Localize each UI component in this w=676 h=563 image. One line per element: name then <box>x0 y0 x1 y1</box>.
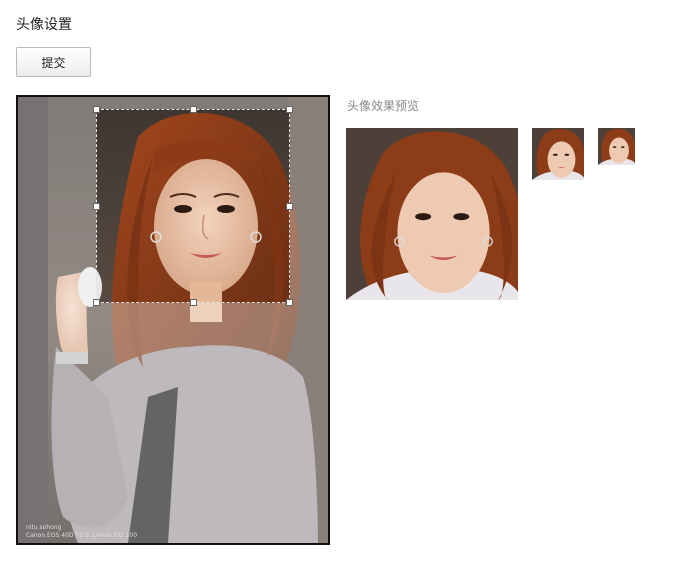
submit-button[interactable]: 提交 <box>16 47 91 77</box>
crop-handle-top-left[interactable] <box>93 106 100 113</box>
crop-mask-right <box>290 109 328 303</box>
preview-title: 头像效果预览 <box>347 99 420 113</box>
avatar-crop-editor[interactable]: nitu sohong Canon EOS 40D f/2.8 1/400s I… <box>16 95 330 545</box>
photo-watermark: nitu sohong Canon EOS 40D f/2.8 1/400s I… <box>26 524 137 540</box>
crop-mask-left <box>18 109 96 303</box>
avatar-preview-large <box>346 128 518 300</box>
crop-handle-bottom-left[interactable] <box>93 299 100 306</box>
crop-handle-bottom[interactable] <box>190 299 197 306</box>
crop-handle-right[interactable] <box>286 203 293 210</box>
crop-handle-top-right[interactable] <box>286 106 293 113</box>
crop-mask-top <box>18 97 328 109</box>
watermark-line-2: Canon EOS 40D f/2.8 1/400s ISO 100 <box>26 532 138 539</box>
crop-handle-left[interactable] <box>93 203 100 210</box>
avatar-preview-small <box>598 128 635 165</box>
crop-handle-top[interactable] <box>190 106 197 113</box>
page-title: 头像设置 <box>16 17 72 33</box>
crop-selection-box[interactable] <box>93 106 293 306</box>
crop-mask-bottom <box>18 303 328 543</box>
watermark-line-1: nitu sohong <box>26 524 62 531</box>
crop-handle-bottom-right[interactable] <box>286 299 293 306</box>
avatar-preview-medium <box>532 128 584 180</box>
